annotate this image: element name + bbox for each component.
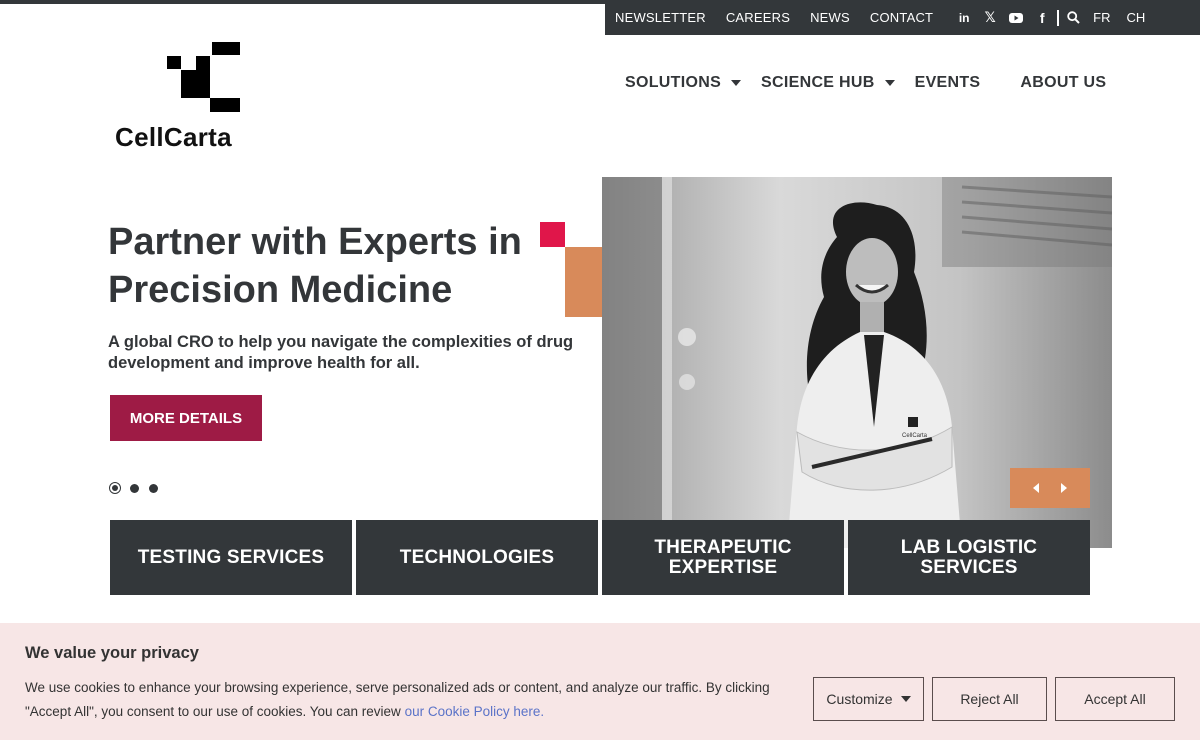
news-link[interactable]: NEWS xyxy=(810,10,850,25)
next-slide-icon[interactable] xyxy=(1061,483,1067,493)
hero-subtitle: A global CRO to help you navigate the co… xyxy=(108,333,574,372)
contact-link[interactable]: CONTACT xyxy=(870,10,933,25)
nav-solutions-label: SOLUTIONS xyxy=(625,74,722,91)
service-tiles: TESTING SERVICES TECHNOLOGIES THERAPEUTI… xyxy=(110,520,1090,595)
nav-science-hub[interactable]: SCIENCE HUB xyxy=(761,74,895,92)
brand-name: CellCarta xyxy=(115,122,232,152)
tile-therapeutic-expertise-label: THERAPEUTIC EXPERTISE xyxy=(654,536,792,578)
hero-title: Partner with Experts in Precision Medici… xyxy=(108,221,522,311)
tile-therapeutic-expertise[interactable]: THERAPEUTIC EXPERTISE xyxy=(602,520,844,595)
cookie-body: We use cookies to enhance your browsing … xyxy=(25,680,770,719)
chevron-down-icon xyxy=(731,80,742,86)
customize-label: Customize xyxy=(826,691,893,707)
tile-testing-services[interactable]: TESTING SERVICES xyxy=(110,520,352,595)
more-details-button[interactable]: MORE DETAILS xyxy=(110,395,262,441)
cookie-policy-link[interactable]: our Cookie Policy here. xyxy=(405,704,545,719)
decorative-red-square xyxy=(540,222,565,247)
x-icon[interactable]: 𝕏 xyxy=(977,8,1003,28)
tile-lab-logistic-services[interactable]: LAB LOGISTIC SERVICES xyxy=(848,520,1090,595)
youtube-icon[interactable] xyxy=(1003,8,1029,28)
facebook-icon[interactable]: f xyxy=(1029,8,1055,28)
social-links: in 𝕏 f xyxy=(951,8,1081,28)
brand-logo[interactable]: CellCarta xyxy=(112,40,252,152)
previous-slide-icon[interactable] xyxy=(1033,483,1039,493)
utility-divider xyxy=(1057,9,1060,26)
nav-about-us[interactable]: ABOUT US xyxy=(1020,74,1106,92)
nav-about-us-label: ABOUT US xyxy=(1020,74,1107,91)
language-fr[interactable]: FR xyxy=(1093,10,1110,25)
cookie-title: We value your privacy xyxy=(25,644,199,662)
main-navigation: SOLUTIONS SCIENCE HUB EVENTS ABOUT US xyxy=(625,74,1106,92)
accept-all-button[interactable]: Accept All xyxy=(1055,677,1175,721)
chevron-down-icon xyxy=(900,696,911,702)
reject-all-button[interactable]: Reject All xyxy=(932,677,1047,721)
coat-badge-text: CellCarta xyxy=(902,433,928,439)
tile-lab-logistic-services-label: LAB LOGISTIC SERVICES xyxy=(900,536,1038,578)
utility-bar: NEWSLETTER CAREERS NEWS CONTACT in 𝕏 f F… xyxy=(605,0,1200,35)
slide-dot-1[interactable] xyxy=(109,482,121,494)
cookie-text: We use cookies to enhance your browsing … xyxy=(25,676,795,724)
slider-dots xyxy=(109,482,166,494)
cellcarta-logo-icon xyxy=(167,42,240,112)
slider-controls xyxy=(1010,468,1090,508)
nav-events[interactable]: EVENTS xyxy=(915,74,981,92)
customize-button[interactable]: Customize xyxy=(813,677,924,721)
language-ch[interactable]: CH xyxy=(1127,10,1146,25)
search-icon[interactable] xyxy=(1065,8,1081,28)
cookie-banner: We value your privacy We use cookies to … xyxy=(0,623,1200,740)
linkedin-icon[interactable]: in xyxy=(951,8,977,28)
newsletter-link[interactable]: NEWSLETTER xyxy=(615,10,706,25)
slide-dot-2[interactable] xyxy=(128,482,140,494)
nav-science-hub-label: SCIENCE HUB xyxy=(761,74,875,91)
chevron-down-icon xyxy=(884,80,895,86)
nav-events-label: EVENTS xyxy=(914,74,981,91)
slide-dot-3[interactable] xyxy=(147,482,159,494)
careers-link[interactable]: CAREERS xyxy=(726,10,790,25)
nav-solutions[interactable]: SOLUTIONS xyxy=(625,74,742,92)
tile-technologies[interactable]: TECHNOLOGIES xyxy=(356,520,598,595)
